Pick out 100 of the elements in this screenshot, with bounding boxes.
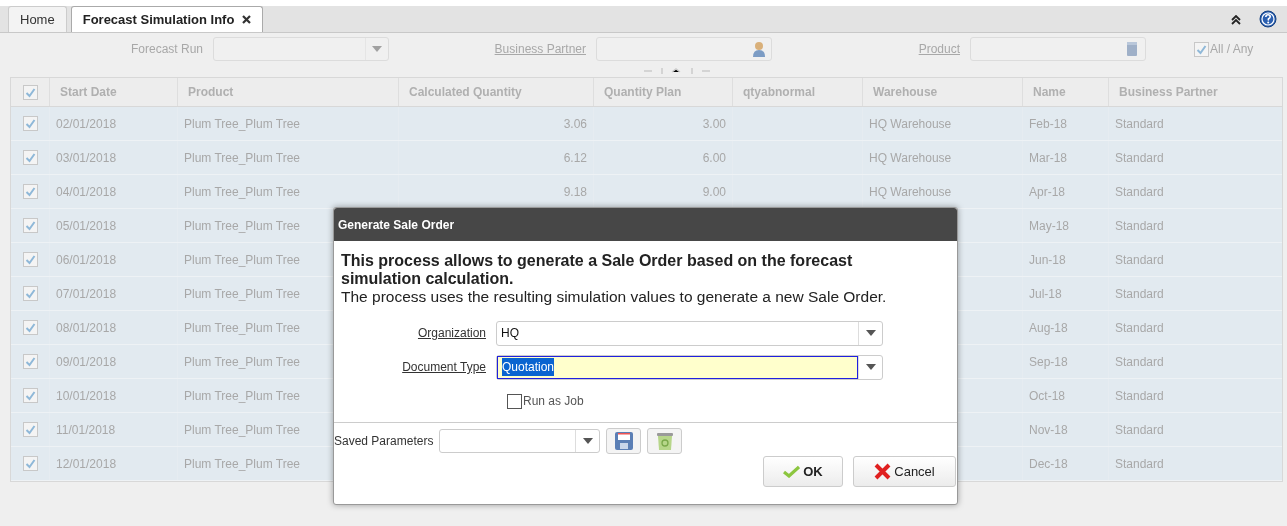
table-cell-text: Standard [1115,387,1164,405]
table-cell-text: Standard [1115,455,1164,473]
checkbox[interactable] [507,393,522,409]
table-cell-text: Oct-18 [1029,387,1065,405]
table-cell-text: Apr-18 [1029,183,1066,201]
table-cell-text: Jun-18 [1029,251,1066,269]
product-field[interactable] [970,37,1146,61]
column-header[interactable]: Warehouse [873,83,938,101]
table-cell-text: Plum Tree_Plum Tree [184,421,301,439]
cross-icon [874,463,892,480]
row-checkbox[interactable] [22,252,38,267]
table-cell-text: 6.00 [702,149,726,167]
field-label[interactable]: Product [772,40,970,58]
cancel-button[interactable]: Cancel [853,456,956,487]
field-label: Organization [416,325,487,342]
row-checkbox[interactable] [22,456,38,471]
table-cell-text: Plum Tree_Plum Tree [184,455,301,473]
table-cell-text: 04/01/2018 [56,183,117,201]
forecast-run-field[interactable] [213,37,389,61]
table-cell-text: Plum Tree_Plum Tree [184,353,301,371]
row-checkbox[interactable] [22,218,38,233]
table-cell-text: 9.18 [563,183,587,201]
person-icon[interactable] [753,41,765,57]
table-cell-text: Jul-18 [1029,285,1062,303]
dropdown-field[interactable]: HQ [496,320,883,346]
table-cell-text: 03/01/2018 [56,149,117,167]
column-header[interactable]: Quantity Plan [604,83,682,101]
dropdown-field[interactable]: Quotation [496,354,883,380]
table-cell-text: HQ Warehouse [869,149,952,167]
table-cell-text: Standard [1115,353,1164,371]
table-cell-text: Plum Tree_Plum Tree [184,285,301,303]
dialog-title: Generate Sale Order [338,216,455,234]
caret-icon [372,46,382,52]
table-cell-text: May-18 [1029,217,1069,235]
table-cell-text: 6.12 [563,149,587,167]
tab[interactable]: Forecast Simulation Info [70,6,264,32]
row-checkbox[interactable] [22,184,38,199]
column-header[interactable]: Start Date [60,83,117,101]
table-cell-text: Feb-18 [1029,115,1068,133]
collapse-icon[interactable] [1231,15,1241,25]
caret-icon [582,437,593,444]
table-cell-text: 06/01/2018 [56,251,117,269]
column-header[interactable]: qtyabnormal [743,83,815,101]
table-cell-text: Standard [1115,183,1164,201]
table-cell-text: 07/01/2018 [56,285,117,303]
help-icon[interactable] [1259,10,1277,28]
table-cell-text: 12/01/2018 [56,455,117,473]
row-checkbox[interactable] [22,150,38,165]
field-label[interactable]: Business Partner [389,40,596,58]
row-checkbox[interactable] [22,388,38,403]
column-header[interactable]: Name [1033,83,1066,101]
table-cell-text: 05/01/2018 [56,217,117,235]
table-cell-text: Standard [1115,251,1164,269]
row-checkbox[interactable] [22,354,38,369]
checkmark-icon [783,465,801,478]
delete-button[interactable] [647,427,683,454]
table-cell-text: Standard [1115,421,1164,439]
table-cell-text: Sep-18 [1029,353,1068,371]
ok-button[interactable]: OK [763,456,843,487]
caret-icon [865,364,876,370]
dialog-heading: This process allows to generate a Sale Order based on the forecast simulation calculation. [341,252,854,288]
row-checkbox[interactable] [22,116,38,131]
table-cell-text: 02/01/2018 [56,115,117,133]
table-cell-text: HQ Warehouse [869,115,952,133]
dialog-description: The process uses the resulting simulation values to generate a new Sale Order. [341,288,888,306]
table-cell-text: Plum Tree_Plum Tree [184,183,301,201]
table-cell-text: 3.06 [563,115,587,133]
tab[interactable]: Home [8,6,67,32]
row-checkbox[interactable] [22,422,38,437]
table-cell-text: Dec-18 [1029,455,1068,473]
box-icon[interactable] [1127,42,1137,56]
business-partner-field[interactable] [596,37,772,61]
table-cell-text: Standard [1115,115,1164,133]
table-cell-text: Mar-18 [1029,149,1067,167]
table-cell-text: Plum Tree_Plum Tree [184,217,301,235]
column-header[interactable]: Calculated Quantity [409,83,522,101]
table-cell-text: Standard [1115,285,1164,303]
table-cell-text: 08/01/2018 [56,319,117,337]
row-checkbox[interactable] [22,320,38,335]
field-value: Quotation [502,358,555,376]
table-cell-text: Plum Tree_Plum Tree [184,115,301,133]
column-header[interactable]: Business Partner [1119,83,1218,101]
saved-parameters-field[interactable] [439,428,601,453]
select-all-checkbox[interactable] [22,84,38,100]
table-cell-text: 09/01/2018 [56,353,117,371]
table-cell-text: Plum Tree_Plum Tree [184,387,301,405]
table-cell-text: Standard [1115,319,1164,337]
table-cell-text: 11/01/2018 [56,421,116,439]
table-cell-text: 10/01/2018 [56,387,117,405]
save-button[interactable] [606,427,642,454]
checkbox-label: All / Any [1210,41,1254,58]
row-checkbox[interactable] [22,286,38,301]
close-icon[interactable] [242,15,252,24]
field-label: Document Type [401,359,487,376]
table-cell-text: HQ Warehouse [869,183,952,201]
table-cell-text: Nov-18 [1029,421,1068,439]
column-header[interactable]: Product [188,83,234,101]
trash-can-icon [654,430,675,451]
table-cell-text: 3.00 [702,115,726,133]
field-value: HQ [501,325,519,342]
